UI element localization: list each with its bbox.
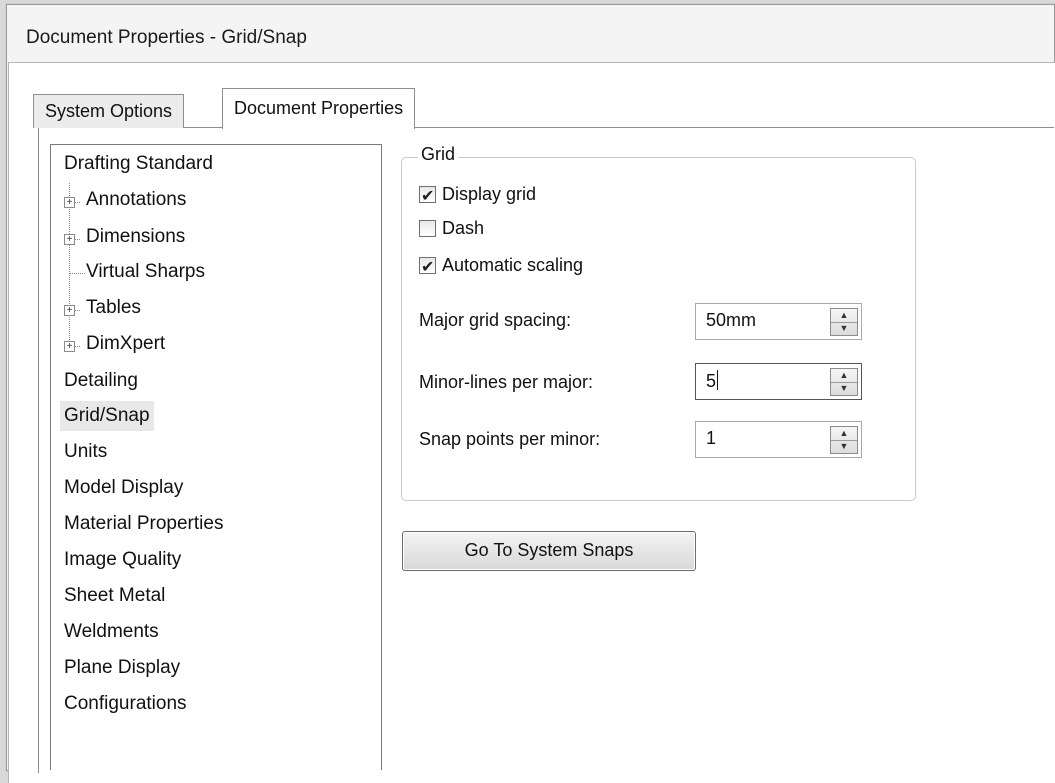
tree-item-dimxpert[interactable]: DimXpert	[82, 329, 169, 359]
tree-item-image-quality[interactable]: Image Quality	[60, 545, 185, 575]
tree-item-sheet-metal[interactable]: Sheet Metal	[60, 581, 169, 611]
tree-item-detailing[interactable]: Detailing	[60, 366, 142, 396]
tree-item-annotations[interactable]: Annotations	[82, 185, 190, 215]
title-bar[interactable]: Document Properties - Grid/Snap	[7, 5, 1054, 61]
spin-down-icon[interactable]: ▼	[831, 440, 857, 453]
window-title: Document Properties - Grid/Snap	[26, 27, 307, 48]
tree-item-tables[interactable]: Tables	[82, 293, 145, 323]
properties-tree[interactable]: + + + + Drafting Standard Annotations Di…	[50, 144, 382, 770]
snap-points-per-minor-spinner[interactable]: 1 ▲ ▼	[695, 421, 862, 458]
expand-dimensions-icon[interactable]: +	[64, 234, 75, 245]
spin-buttons: ▲ ▼	[830, 426, 858, 454]
tab-document-properties[interactable]: Document Properties	[222, 88, 416, 129]
major-grid-spacing-spinner[interactable]: 50mm ▲ ▼	[695, 303, 862, 340]
tree-item-model-display[interactable]: Model Display	[60, 473, 187, 503]
tree-item-material-properties[interactable]: Material Properties	[60, 509, 227, 539]
spin-up-icon[interactable]: ▲	[831, 369, 857, 383]
tree-item-weldments[interactable]: Weldments	[60, 617, 163, 647]
tree-item-configurations[interactable]: Configurations	[60, 689, 191, 719]
checkmark-icon: ✔	[421, 188, 435, 205]
spin-buttons: ▲ ▼	[830, 368, 858, 396]
expand-tables-icon[interactable]: +	[64, 305, 75, 316]
dash-label: Dash	[442, 218, 485, 238]
tree-item-drafting-standard[interactable]: Drafting Standard	[60, 149, 217, 179]
spin-up-icon[interactable]: ▲	[831, 309, 857, 323]
spin-down-icon[interactable]: ▼	[831, 322, 857, 335]
major-grid-spacing-value[interactable]: 50mm	[706, 310, 756, 331]
minor-lines-per-major-label: Minor-lines per major:	[419, 372, 594, 392]
go-to-system-snaps-button[interactable]: Go To System Snaps	[402, 531, 696, 571]
expand-annotations-icon[interactable]: +	[64, 197, 75, 208]
minor-lines-per-major-spinner[interactable]: 5 ▲ ▼	[695, 363, 862, 400]
snap-points-per-minor-label: Snap points per minor:	[419, 429, 601, 449]
tree-connector-line	[69, 183, 70, 350]
tree-item-virtual-sharps[interactable]: Virtual Sharps	[82, 257, 209, 287]
checkbox-box[interactable]: ✔	[419, 257, 436, 276]
tree-item-units[interactable]: Units	[60, 437, 111, 467]
tree-item-plane-display[interactable]: Plane Display	[60, 653, 184, 683]
checkbox-box[interactable]: ✔	[419, 186, 436, 205]
grid-group-label: Grid	[418, 144, 459, 165]
tree-item-dimensions[interactable]: Dimensions	[82, 222, 189, 252]
expand-dimxpert-icon[interactable]: +	[64, 341, 75, 352]
checkmark-icon: ✔	[421, 259, 435, 276]
spin-down-icon[interactable]: ▼	[831, 382, 857, 395]
text-caret	[717, 370, 719, 390]
major-grid-spacing-label: Major grid spacing:	[419, 310, 572, 330]
tree-item-grid-snap[interactable]: Grid/Snap	[60, 401, 154, 431]
spin-buttons: ▲ ▼	[830, 308, 858, 336]
minor-lines-per-major-value: 5	[706, 371, 717, 391]
minor-lines-per-major-value-wrap[interactable]: 5	[706, 370, 719, 392]
snap-points-per-minor-value[interactable]: 1	[706, 428, 716, 449]
checkbox-box[interactable]	[419, 220, 436, 237]
spin-up-icon[interactable]: ▲	[831, 427, 857, 441]
tab-system-options[interactable]: System Options	[33, 94, 185, 128]
display-grid-label: Display grid	[442, 184, 537, 204]
automatic-scaling-label: Automatic scaling	[442, 255, 584, 275]
